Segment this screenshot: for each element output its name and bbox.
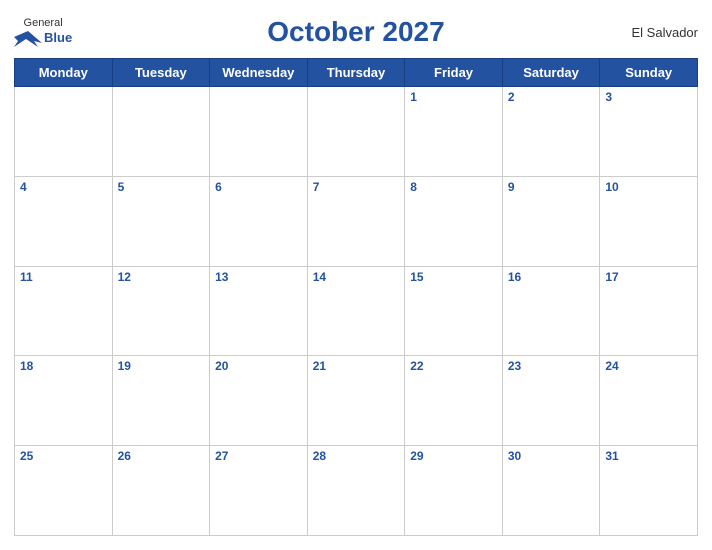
header-monday: Monday (15, 59, 113, 87)
day-number: 11 (20, 270, 33, 284)
calendar-day-cell: 7 (307, 176, 405, 266)
calendar-day-cell (307, 87, 405, 177)
calendar-day-cell: 10 (600, 176, 698, 266)
header-tuesday: Tuesday (112, 59, 210, 87)
header-wednesday: Wednesday (210, 59, 308, 87)
day-number: 30 (508, 449, 521, 463)
day-number: 3 (605, 90, 612, 104)
day-number: 29 (410, 449, 423, 463)
day-number: 25 (20, 449, 33, 463)
day-number: 1 (410, 90, 417, 104)
calendar-day-cell: 13 (210, 266, 308, 356)
header-sunday: Sunday (600, 59, 698, 87)
day-number: 10 (605, 180, 618, 194)
country-label: El Salvador (632, 25, 698, 40)
weekday-header-row: Monday Tuesday Wednesday Thursday Friday… (15, 59, 698, 87)
calendar-day-cell: 18 (15, 356, 113, 446)
calendar-day-cell: 31 (600, 446, 698, 536)
day-number: 20 (215, 359, 228, 373)
calendar-day-cell: 22 (405, 356, 503, 446)
calendar-day-cell: 24 (600, 356, 698, 446)
day-number: 12 (118, 270, 131, 284)
calendar-day-cell: 17 (600, 266, 698, 356)
calendar-body: 1234567891011121314151617181920212223242… (15, 87, 698, 536)
day-number: 19 (118, 359, 131, 373)
day-number: 31 (605, 449, 618, 463)
calendar-day-cell: 8 (405, 176, 503, 266)
calendar-day-cell: 2 (502, 87, 600, 177)
logo-bird-icon (14, 29, 42, 47)
day-number: 14 (313, 270, 326, 284)
calendar-day-cell: 19 (112, 356, 210, 446)
day-number: 4 (20, 180, 27, 194)
calendar-week-row: 4 5 6 7 8 9 10 (15, 176, 698, 266)
day-number: 2 (508, 90, 515, 104)
header-friday: Friday (405, 59, 503, 87)
logo: General Blue (14, 17, 72, 47)
month-title: October 2027 (267, 16, 444, 48)
calendar-day-cell: 20 (210, 356, 308, 446)
logo-blue-text: Blue (44, 31, 72, 45)
calendar-day-cell: 12 (112, 266, 210, 356)
calendar-day-cell: 15 (405, 266, 503, 356)
calendar-day-cell: 26 (112, 446, 210, 536)
calendar-day-cell (210, 87, 308, 177)
header-saturday: Saturday (502, 59, 600, 87)
calendar-day-cell: 28 (307, 446, 405, 536)
calendar-week-row: 18 19 20 21 22 23 24 (15, 356, 698, 446)
calendar-table: Monday Tuesday Wednesday Thursday Friday… (14, 58, 698, 536)
logo-general-text: General (24, 17, 63, 29)
calendar-day-cell: 11 (15, 266, 113, 356)
calendar-day-cell: 3 (600, 87, 698, 177)
day-number: 9 (508, 180, 515, 194)
calendar-day-cell: 21 (307, 356, 405, 446)
day-number: 15 (410, 270, 423, 284)
day-number: 27 (215, 449, 228, 463)
calendar-header: General Blue October 2027 El Salvador (14, 10, 698, 52)
day-number: 28 (313, 449, 326, 463)
calendar-day-cell: 6 (210, 176, 308, 266)
calendar-day-cell: 16 (502, 266, 600, 356)
day-number: 13 (215, 270, 228, 284)
calendar-week-row: 11 12 13 14 15 16 17 (15, 266, 698, 356)
calendar-day-cell: 23 (502, 356, 600, 446)
day-number: 26 (118, 449, 131, 463)
day-number: 22 (410, 359, 423, 373)
calendar-day-cell: 1 (405, 87, 503, 177)
calendar-day-cell (112, 87, 210, 177)
calendar-week-row: 1 2 3 (15, 87, 698, 177)
calendar-day-cell: 4 (15, 176, 113, 266)
calendar-wrapper: General Blue October 2027 El Salvador Mo… (0, 0, 712, 550)
day-number: 17 (605, 270, 618, 284)
day-number: 21 (313, 359, 326, 373)
calendar-day-cell: 29 (405, 446, 503, 536)
day-number: 16 (508, 270, 521, 284)
day-number: 5 (118, 180, 125, 194)
calendar-day-cell (15, 87, 113, 177)
day-number: 18 (20, 359, 33, 373)
day-number: 23 (508, 359, 521, 373)
day-number: 6 (215, 180, 222, 194)
calendar-day-cell: 14 (307, 266, 405, 356)
calendar-day-cell: 30 (502, 446, 600, 536)
calendar-day-cell: 9 (502, 176, 600, 266)
day-number: 8 (410, 180, 417, 194)
day-number: 7 (313, 180, 320, 194)
header-thursday: Thursday (307, 59, 405, 87)
calendar-day-cell: 25 (15, 446, 113, 536)
calendar-week-row: 25 26 27 28 29 30 31 (15, 446, 698, 536)
calendar-day-cell: 27 (210, 446, 308, 536)
day-number: 24 (605, 359, 618, 373)
calendar-day-cell: 5 (112, 176, 210, 266)
